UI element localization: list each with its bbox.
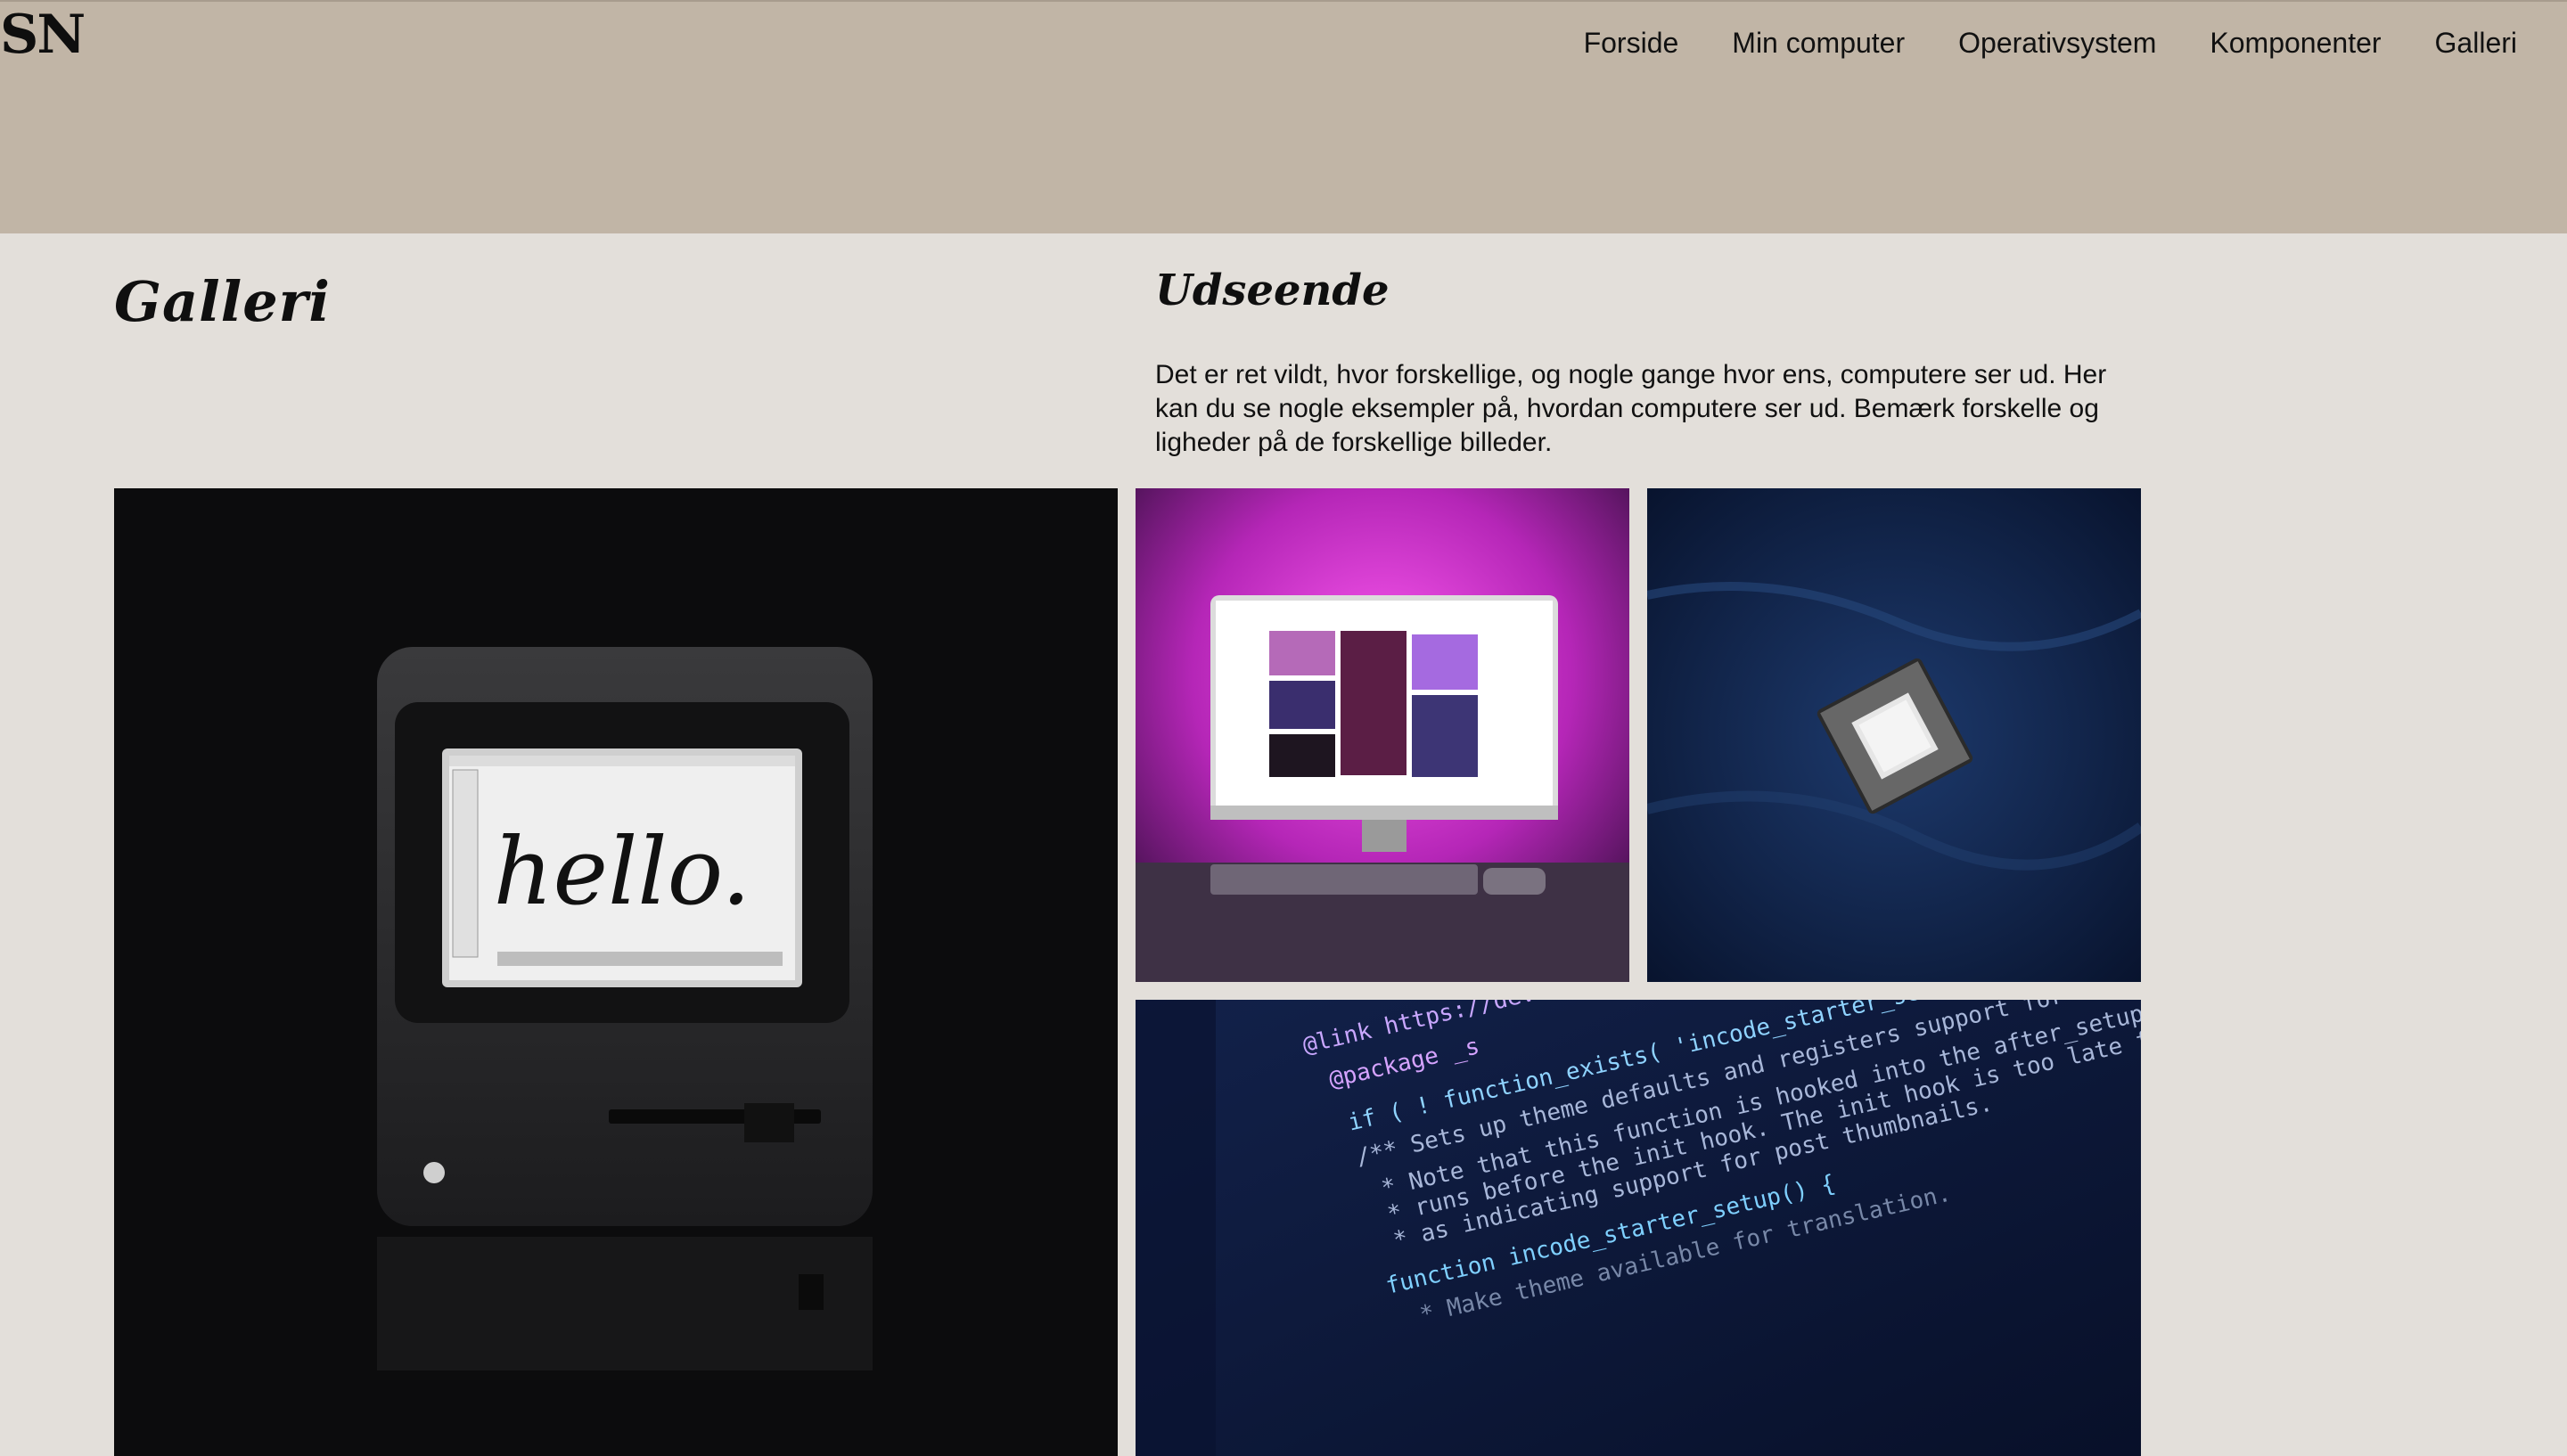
nav-link-galleri[interactable]: Galleri [2435, 25, 2517, 61]
site-header: SN Forside Min computer Operativsystem K… [0, 0, 2567, 233]
nav-link-min-computer[interactable]: Min computer [1732, 25, 1905, 61]
nav-link-forside[interactable]: Forside [1584, 25, 1679, 61]
site-logo[interactable]: SN [0, 4, 86, 66]
page-title: Galleri [114, 269, 331, 334]
nav-link-operativsystem[interactable]: Operativsystem [1958, 25, 2156, 61]
code-illustration: @link https://deve @package _s if ( ! fu… [1136, 1000, 2141, 1456]
gallery-image-imac [1136, 488, 1629, 982]
nav-link-komponenter[interactable]: Komponenter [2210, 25, 2381, 61]
intro-text: Det er ret vildt, hvor forskellige, og n… [1155, 360, 2107, 457]
cpu-illustration [1647, 488, 2141, 982]
main-nav: Forside Min computer Operativsystem Komp… [1530, 25, 2517, 61]
gallery-image-cpu [1647, 488, 2141, 982]
imac-illustration [1136, 488, 1629, 982]
gallery-image-code: @link https://deve @package _s if ( ! fu… [1136, 1000, 2141, 1456]
gallery-image-macintosh: hello. [114, 488, 1118, 1456]
hello-screen-text: hello. [494, 817, 751, 926]
macintosh-illustration: hello. [114, 488, 1118, 1456]
section-title: Udseende [1155, 266, 1390, 315]
